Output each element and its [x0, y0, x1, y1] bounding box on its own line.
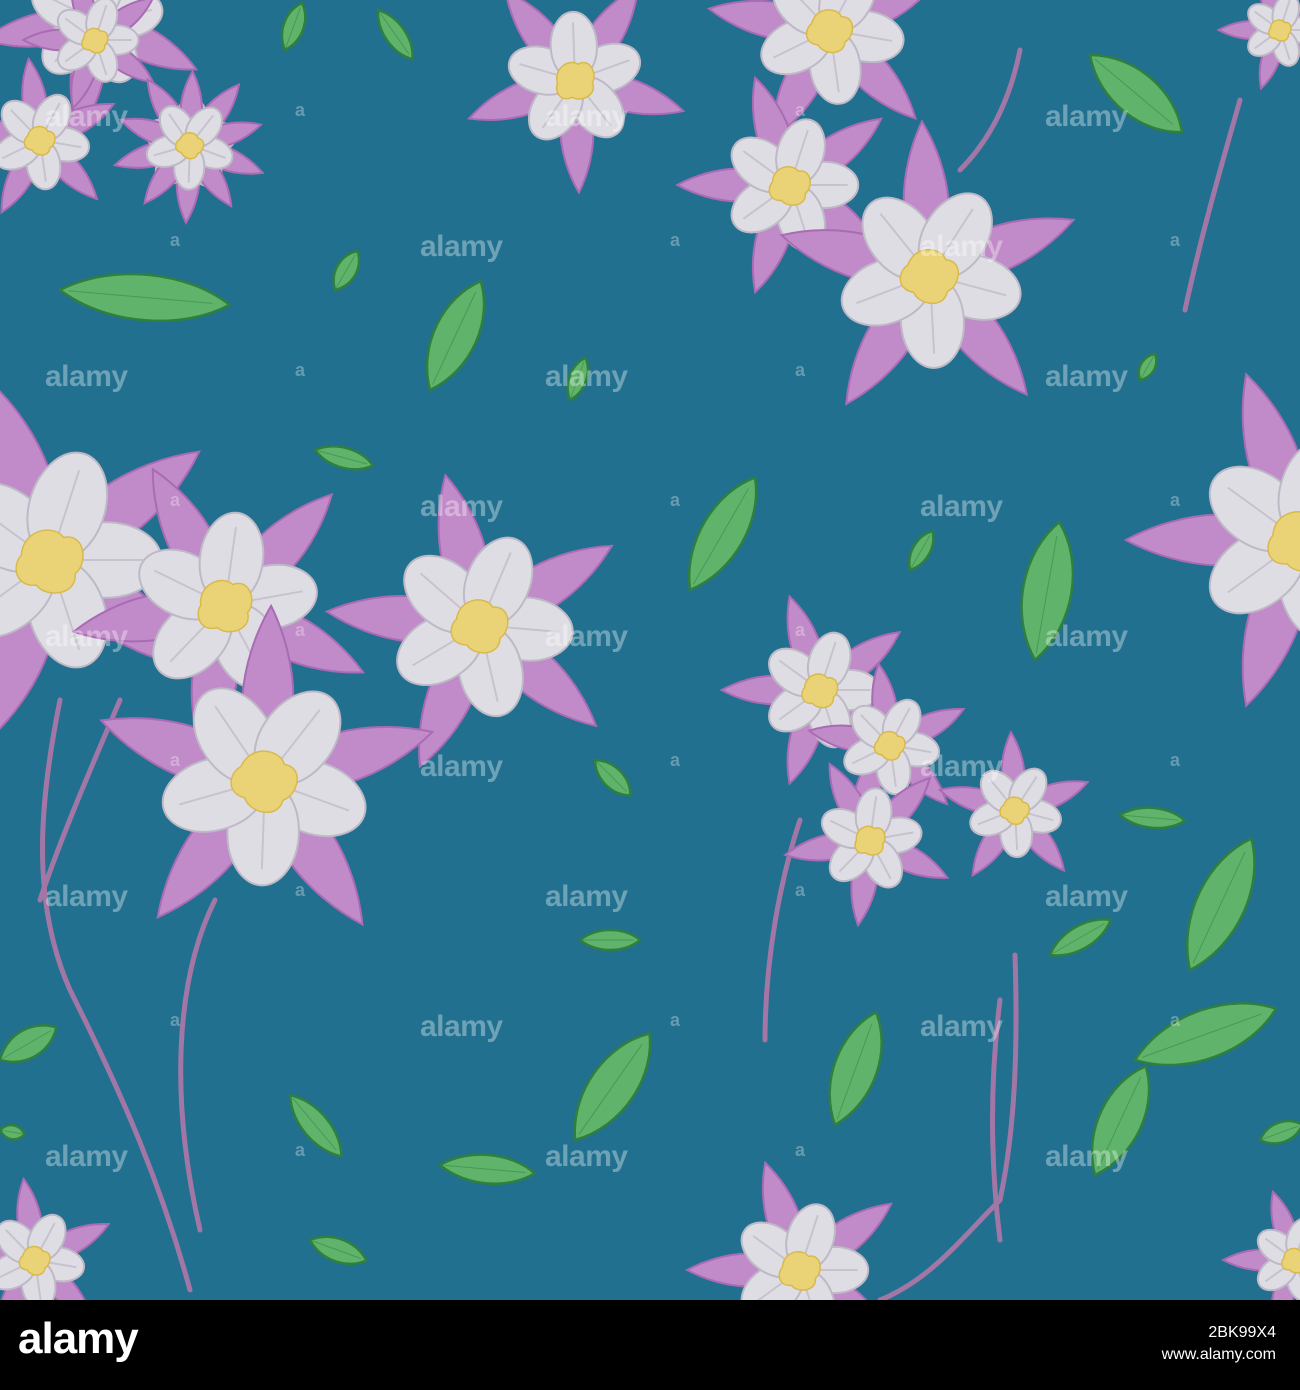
flower-center: [1267, 19, 1292, 42]
footer-bar: alamy 2BK99X4 www.alamy.com: [0, 1300, 1300, 1390]
alamy-logo: alamy: [18, 1314, 139, 1363]
image-id-block: 2BK99X4 www.alamy.com: [1162, 1322, 1276, 1366]
flower-center: [801, 673, 839, 709]
flower-center: [768, 166, 811, 206]
petal-shade: [187, 155, 191, 183]
floral-pattern-image: [0, 0, 1300, 1300]
floral-pattern-svg: [0, 0, 1300, 1300]
image-id: 2BK99X4: [1208, 1324, 1276, 1341]
site-url: www.alamy.com: [1161, 1346, 1276, 1363]
flower-center: [778, 1251, 821, 1291]
flower-center: [81, 27, 109, 54]
